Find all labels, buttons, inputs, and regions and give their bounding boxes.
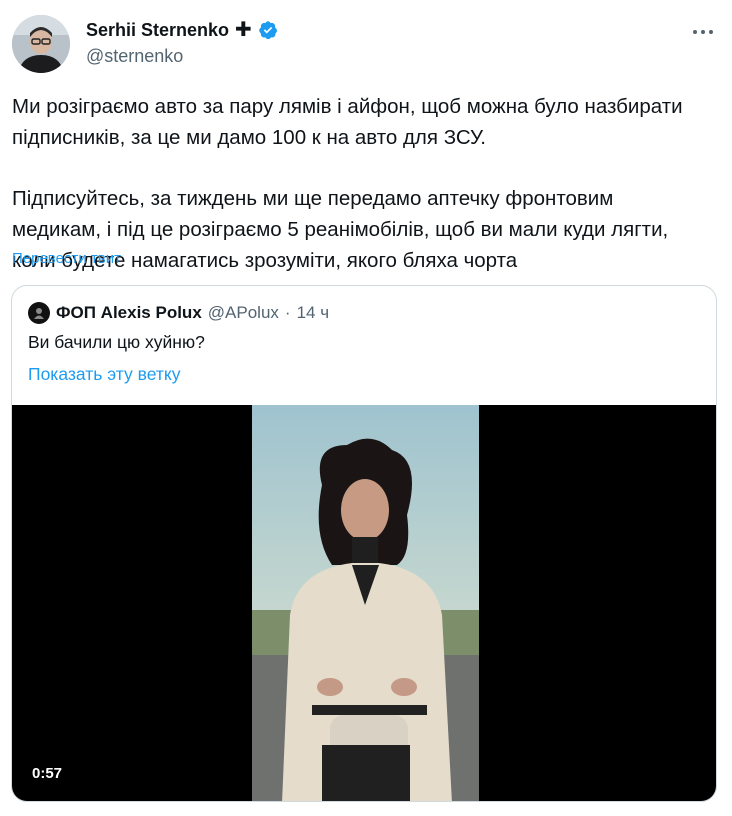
show-thread-link[interactable]: Показать эту ветку <box>28 364 181 385</box>
verified-badge-icon[interactable] <box>258 20 278 40</box>
author-handle[interactable]: @sternenko <box>86 46 278 67</box>
avatar-image <box>12 15 70 73</box>
video-thumbnail <box>252 405 479 801</box>
video-player[interactable]: 0:57 <box>12 405 716 801</box>
quoted-author-handle[interactable]: @APolux <box>208 303 279 323</box>
tweet-text: Ми розіграємо авто за пару лямів і айфон… <box>12 95 683 272</box>
video-frame <box>252 405 479 801</box>
quoted-timestamp[interactable]: 14 ч <box>297 303 330 323</box>
quoted-separator: · <box>284 303 291 322</box>
quoted-tweet[interactable]: ФОП Alexis Polux @APolux · 14 ч Ви бачил… <box>11 285 717 802</box>
quoted-text: Ви бачили цю хуйню? <box>28 332 205 352</box>
quoted-author-name[interactable]: ФОП Alexis Polux <box>56 303 202 323</box>
translate-link[interactable]: Перевести твит <box>12 250 121 267</box>
author-avatar[interactable] <box>12 15 70 73</box>
quoted-avatar[interactable] <box>28 302 50 324</box>
more-options-icon[interactable] <box>688 20 718 44</box>
quoted-avatar-image <box>34 308 44 319</box>
author-name[interactable]: Serhii Sternenko <box>86 20 229 41</box>
cross-symbol: ✚ <box>235 19 252 41</box>
video-duration: 0:57 <box>26 764 69 783</box>
